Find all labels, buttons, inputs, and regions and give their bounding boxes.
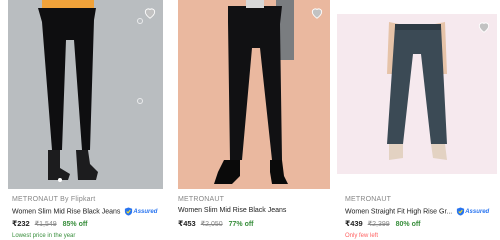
product-title[interactable]: Women Slim Mid Rise Black Jeans Assured bbox=[12, 207, 157, 216]
product-title[interactable]: Women Straight Fit High Rise Gr... Assur… bbox=[345, 207, 489, 216]
carousel-dot-icon bbox=[137, 18, 143, 24]
product-title-text: Women Slim Mid Rise Black Jeans bbox=[12, 208, 121, 216]
stock-alert: Only few left bbox=[345, 233, 379, 239]
product-title[interactable]: Women Slim Mid Rise Black Jeans bbox=[178, 207, 286, 214]
product-image[interactable] bbox=[8, 0, 163, 189]
carousel-dot-icon bbox=[137, 98, 143, 104]
discount-label: 80% off bbox=[395, 221, 421, 228]
heart-icon[interactable] bbox=[310, 6, 324, 20]
selling-price: ₹453 bbox=[178, 219, 196, 228]
product-brand: METRONAUT bbox=[178, 196, 225, 203]
assured-label: Assured bbox=[133, 209, 158, 216]
price-row: ₹232 ₹1,549 85% off bbox=[12, 219, 88, 228]
assured-shield-icon bbox=[457, 207, 465, 216]
product-photo-jeans-black bbox=[178, 0, 330, 189]
product-photo-trousers-grey bbox=[337, 14, 497, 174]
product-image[interactable] bbox=[337, 14, 497, 174]
discount-label: 77% off bbox=[228, 221, 254, 228]
assured-shield-icon bbox=[125, 207, 133, 216]
product-title-text: Women Slim Mid Rise Black Jeans bbox=[178, 207, 287, 214]
assured-badge: Assured bbox=[456, 207, 489, 216]
assured-badge: Assured bbox=[124, 207, 157, 216]
assured-label: Assured bbox=[465, 209, 490, 216]
product-photo-jeans-black bbox=[8, 0, 163, 189]
product-brand: METRONAUT bbox=[345, 196, 392, 203]
price-row: ₹439 ₹2,399 80% off bbox=[345, 219, 421, 228]
heart-icon[interactable] bbox=[477, 20, 491, 34]
price-row: ₹453 ₹2,050 77% off bbox=[178, 219, 254, 228]
price-note: Lowest price in the year bbox=[12, 233, 76, 239]
product-image[interactable] bbox=[178, 0, 330, 189]
discount-label: 85% off bbox=[62, 221, 88, 228]
selling-price: ₹439 bbox=[345, 219, 363, 228]
product-title-text: Women Straight Fit High Rise Gr... bbox=[345, 208, 453, 216]
product-card[interactable]: METRONAUT Women Slim Mid Rise Black Jean… bbox=[168, 0, 333, 240]
original-price: ₹2,050 bbox=[200, 221, 223, 228]
heart-icon[interactable] bbox=[143, 6, 157, 20]
product-card[interactable]: METRONAUT Women Straight Fit High Rise G… bbox=[335, 0, 500, 240]
product-brand: METRONAUT By Flipkart bbox=[12, 196, 96, 203]
original-price: ₹2,399 bbox=[367, 221, 390, 228]
product-grid: METRONAUT By Flipkart Women Slim Mid Ris… bbox=[0, 0, 500, 240]
original-price: ₹1,549 bbox=[34, 221, 57, 228]
product-card[interactable]: METRONAUT By Flipkart Women Slim Mid Ris… bbox=[0, 0, 166, 240]
selling-price: ₹232 bbox=[12, 219, 30, 228]
